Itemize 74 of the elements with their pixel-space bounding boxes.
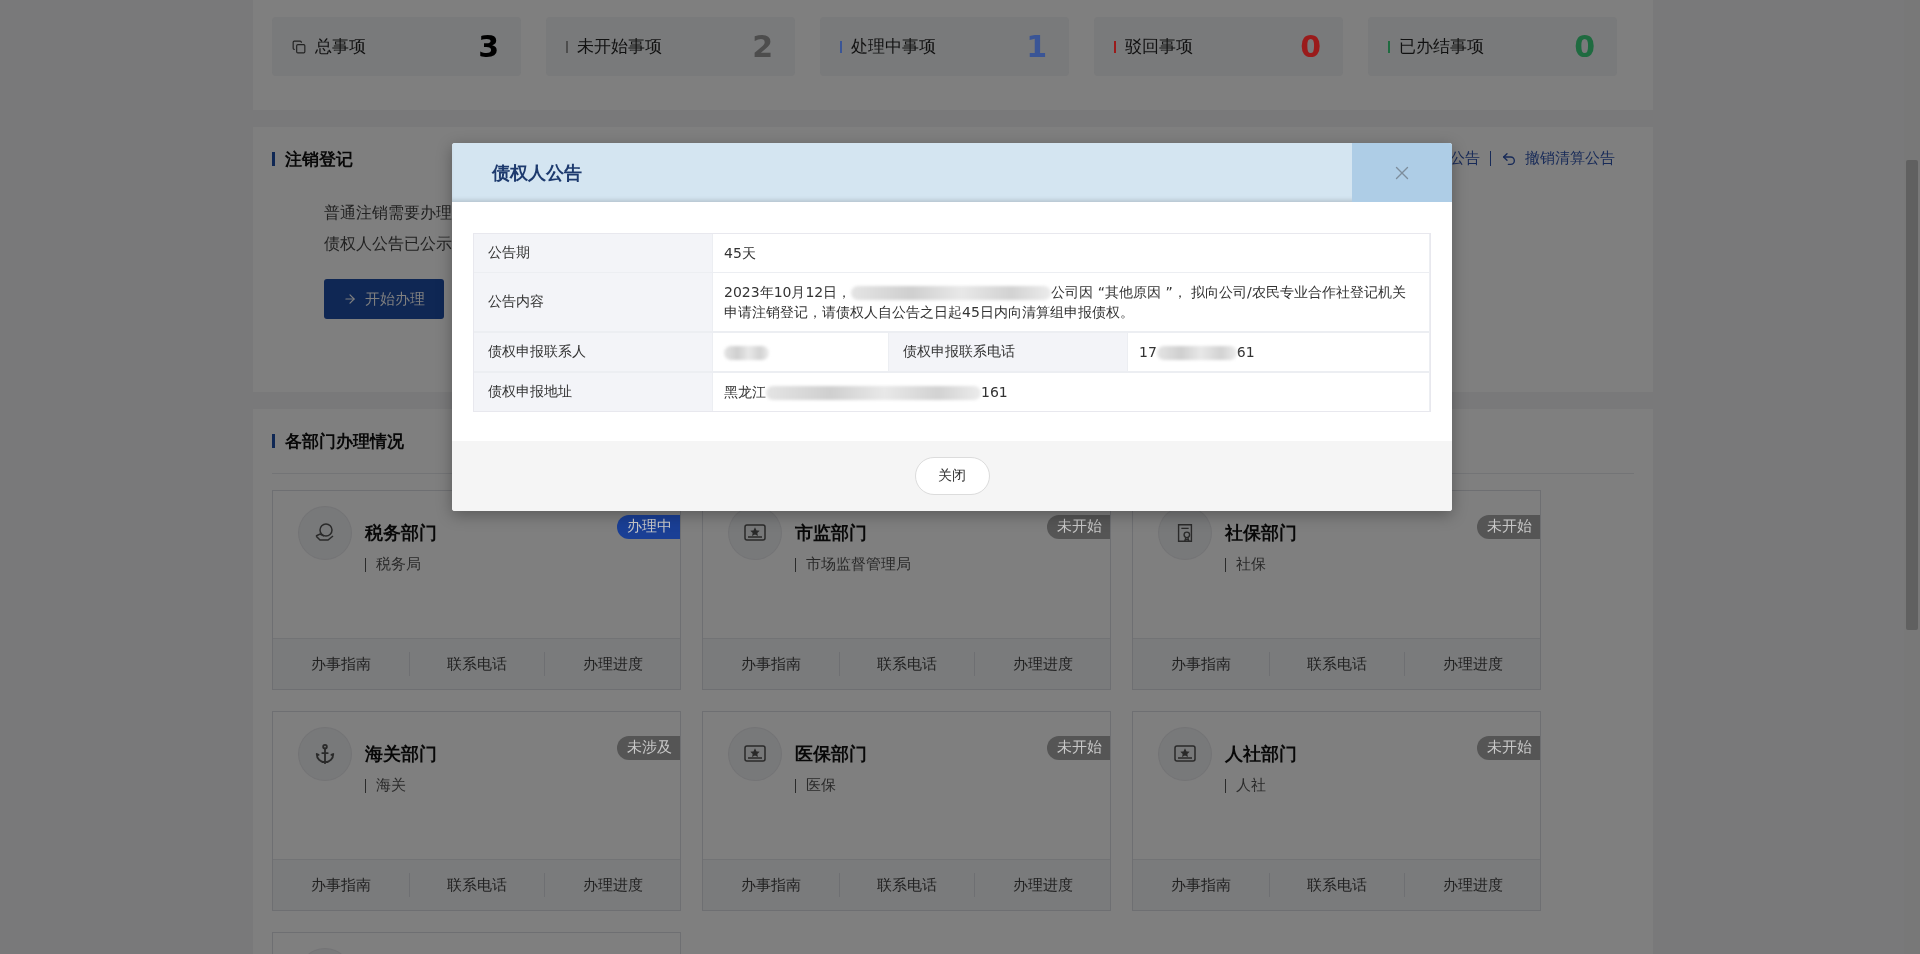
status-tag: 未涉及 xyxy=(617,736,680,760)
stat-value: 1 xyxy=(1026,29,1047,64)
anchor-icon xyxy=(314,743,336,765)
card-action-link[interactable]: 联系电话 xyxy=(838,652,975,676)
card-action-link[interactable]: 办理进度 xyxy=(1404,652,1540,676)
stat-label: 处理中事项 xyxy=(851,35,937,58)
close-button[interactable] xyxy=(1352,143,1452,202)
card-action-link[interactable]: 办事指南 xyxy=(1133,652,1269,676)
start-button[interactable]: 开始办理 xyxy=(324,279,444,319)
description-text: 债权人公告已公示 xyxy=(324,234,452,255)
office-name: 市场监督管理局 xyxy=(806,555,911,574)
card-action-link[interactable]: 联系电话 xyxy=(408,873,545,897)
card-action-link[interactable]: 联系电话 xyxy=(408,652,545,676)
card-action-link[interactable]: 办事指南 xyxy=(273,873,409,897)
field-label: 公告期 xyxy=(474,234,713,272)
title-bar xyxy=(272,434,275,448)
redaction-blur xyxy=(724,346,769,360)
status-tag: 未开始 xyxy=(1047,515,1110,539)
notice-link[interactable]: 撤销清算公告 xyxy=(1501,149,1615,168)
department-name: 人社部门 xyxy=(1225,742,1297,766)
stat-value: 3 xyxy=(478,29,499,64)
card-action-link[interactable]: 联系电话 xyxy=(838,873,975,897)
section-title: 注销登记 xyxy=(285,147,353,171)
card-action-link[interactable]: 办理进度 xyxy=(974,873,1110,897)
id-card-icon xyxy=(1173,743,1197,765)
stat-value: 0 xyxy=(1300,29,1321,64)
card-action-link[interactable]: 联系电话 xyxy=(1268,652,1405,676)
status-tag: 办理中 xyxy=(617,515,680,539)
stat-label: 总事项 xyxy=(315,35,367,58)
field-label: 债权申报联系人 xyxy=(474,333,713,371)
title-bar xyxy=(272,152,275,166)
card-action-link[interactable]: 办理进度 xyxy=(1404,873,1540,897)
section-title: 各部门办理情况 xyxy=(285,429,404,453)
office-name: 税务局 xyxy=(376,555,421,574)
card-action-link[interactable]: 办理进度 xyxy=(544,873,680,897)
office-name: 医保 xyxy=(806,776,836,795)
office-name: 人社 xyxy=(1236,776,1266,795)
field-label: 债权申报联系电话 xyxy=(889,333,1128,371)
office-name: 社保 xyxy=(1236,555,1266,574)
close-button[interactable]: 关闭 xyxy=(914,457,990,495)
department-name: 税务部门 xyxy=(365,521,437,545)
stat-label: 已办结事项 xyxy=(1399,35,1485,58)
undo-icon xyxy=(1501,150,1517,167)
stat-label: 未开始事项 xyxy=(577,35,663,58)
description-text: 普通注销需要办理 xyxy=(324,203,452,224)
field-value: 45天 xyxy=(713,234,1430,272)
notice-link[interactable]: 公告 xyxy=(1450,149,1480,168)
id-card-icon xyxy=(743,743,767,765)
copy-icon xyxy=(292,39,306,54)
arrow-right-icon xyxy=(343,292,357,306)
card-action-link[interactable]: 办事指南 xyxy=(703,873,839,897)
field-value: 2023年10月12日， 公司因 “其他原因 ”， 拟向公司/农民专业合作社登记机关申请注销登记，请债权人自公告之日起45日内向清算组申报债权。 xyxy=(713,273,1430,331)
department-name: 医保部门 xyxy=(795,742,867,766)
department-name: 社保部门 xyxy=(1225,521,1297,545)
field-value: 17 61 xyxy=(1128,333,1430,371)
card-action-link[interactable]: 办事指南 xyxy=(273,652,409,676)
field-label: 债权申报地址 xyxy=(474,373,713,411)
stat-value: 0 xyxy=(1574,29,1595,64)
field-value: 黑龙江 161 xyxy=(713,373,1430,411)
id-card-icon xyxy=(743,522,767,544)
stat-label: 驳回事项 xyxy=(1125,35,1194,58)
card-action-link[interactable]: 办理进度 xyxy=(544,652,680,676)
department-name: 市监部门 xyxy=(795,521,868,545)
field-label: 公告内容 xyxy=(474,273,713,331)
status-tag: 未开始 xyxy=(1477,736,1540,760)
status-tag: 未开始 xyxy=(1047,736,1110,760)
card-action-link[interactable]: 办事指南 xyxy=(703,652,839,676)
card-action-link[interactable]: 办事指南 xyxy=(1133,873,1269,897)
department-name: 海关部门 xyxy=(365,742,437,766)
dialog-title: 债权人公告 xyxy=(490,160,583,185)
card-action-link[interactable]: 联系电话 xyxy=(1268,873,1405,897)
office-name: 海关 xyxy=(376,776,406,795)
status-tag: 未开始 xyxy=(1477,515,1540,539)
card-action-link[interactable]: 办理进度 xyxy=(974,652,1110,676)
